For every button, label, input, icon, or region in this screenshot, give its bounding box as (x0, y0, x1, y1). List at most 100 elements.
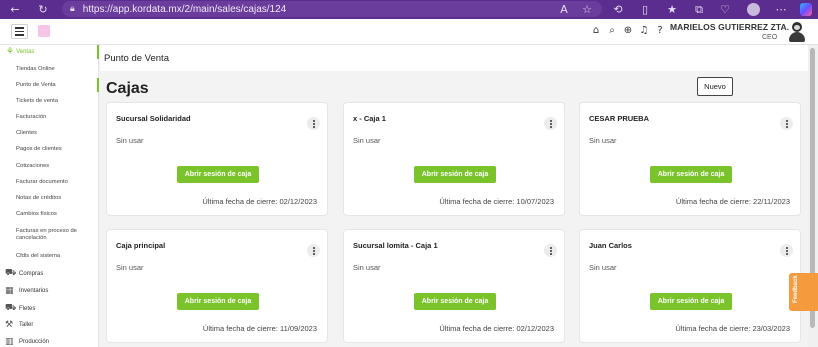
sidebar-item-label: Producción (19, 339, 50, 345)
avatar[interactable] (788, 22, 806, 42)
company-logo (38, 25, 50, 37)
sidebar: ⚘ Ventas Tiendas Online Punto de Venta T… (0, 45, 99, 347)
read-aloud-icon[interactable]: A (558, 3, 570, 16)
more-options-icon[interactable] (780, 244, 793, 257)
last-close-date: Última fecha de cierre: 02/12/2023 (439, 324, 554, 333)
user-name: MARIELOS GUTIERREZ ZTA. (670, 22, 790, 32)
last-close-date: Última fecha de cierre: 23/03/2023 (675, 324, 790, 333)
sidebar-item-clientes[interactable]: Clientes (16, 130, 37, 137)
caja-card: Caja principal Sin usar Abrir sesión de ca… (106, 229, 328, 343)
url-text: https://app.kordata.mx/2/main/sales/caja… (82, 3, 287, 15)
ventas-icon: ⚘ (6, 46, 15, 57)
open-session-button[interactable]: Abrir sesión de caja (414, 166, 496, 183)
sidebar-item-pagos-de-clientes[interactable]: Pagos de clientes (16, 146, 62, 153)
card-title: Sucursal Solidaridad (116, 114, 191, 123)
sidebar-item-produccion[interactable]: ▥ Producción (5, 337, 49, 347)
warehouse-icon: ▦ (5, 286, 14, 296)
tools-icon: ⚒ (5, 320, 14, 330)
refresh-icon[interactable]: ↻ (37, 3, 49, 16)
bell-icon[interactable]: ♫ (638, 24, 650, 38)
card-title: CESAR PRUEBA (589, 114, 650, 123)
address-bar[interactable]: 🔒︎ https://app.kordata.mx/2/main/sales/c… (62, 1, 602, 17)
last-close-date: Última fecha de cierre: 02/12/2023 (202, 197, 317, 206)
last-close-date: Última fecha de cierre: 22/11/2023 (675, 197, 790, 206)
card-status: Sin usar (589, 136, 617, 145)
caja-card: x - Caja 1 Sin usar Abrir sesión de caja Úl… (343, 102, 565, 216)
open-session-button[interactable]: Abrir sesión de caja (177, 166, 259, 183)
sidebar-item-cambios-fisicos[interactable]: Cambios físicos (16, 211, 57, 218)
collections-icon[interactable]: ⧉ (693, 3, 705, 17)
user-role: CEO (762, 34, 778, 41)
caja-card: Sucursal Solidaridad Sin usar Abrir sesión… (106, 102, 328, 216)
card-title: Caja principal (116, 241, 166, 250)
feedback-label: Feedback (793, 275, 799, 303)
card-status: Sin usar (353, 136, 381, 145)
new-button[interactable]: Nuevo (697, 77, 733, 96)
menu-toggle-button[interactable] (11, 24, 28, 39)
sidebar-item-taller[interactable]: ⚒ Taller (5, 320, 33, 330)
search-icon[interactable]: ⌕ (606, 24, 618, 38)
sidebar-item-tiendas-online[interactable]: Tiendas Online (16, 66, 55, 73)
cart-icon: ⛟ (5, 268, 17, 278)
open-session-button[interactable]: Abrir sesión de caja (650, 166, 732, 183)
page-title: Cajas (106, 80, 149, 97)
open-session-button[interactable]: Abrir sesión de caja (650, 293, 732, 310)
extension-icon[interactable]: ⟲ (612, 3, 624, 16)
lock-icon: 🔒︎ (70, 4, 75, 14)
sidebar-item-cfdis-del-sistema[interactable]: Cfdis del sistema (16, 253, 60, 260)
open-session-button[interactable]: Abrir sesión de caja (414, 293, 496, 310)
caja-card: Juan Carlos Sin usar Abrir sesión de caja Ú… (579, 229, 801, 343)
profile-icon[interactable] (747, 3, 760, 16)
browser-toolbar: ← ↻ 🔒︎ https://app.kordata.mx/2/main/sal… (0, 0, 818, 19)
main-content: Punto de Venta Cajas Nuevo Sucursal Soli… (100, 45, 808, 347)
breadcrumb: Punto de Venta (100, 45, 808, 71)
more-options-icon[interactable] (307, 244, 320, 257)
sidebar-item-label: Compras (19, 270, 44, 277)
copilot-icon[interactable] (800, 3, 812, 16)
sidebar-item-notas-de-creditos[interactable]: Notas de créditos (16, 195, 61, 202)
last-close-date: Última fecha de cierre: 10/07/2023 (439, 197, 554, 206)
sidebar-item-facturacion[interactable]: Facturación (16, 114, 46, 121)
more-options-icon[interactable] (780, 117, 793, 130)
more-options-icon[interactable] (544, 244, 557, 257)
caja-card: CESAR PRUEBA Sin usar Abrir sesión de caja… (579, 102, 801, 216)
sidebar-item-fletes[interactable]: ⛟ Fletes (5, 303, 35, 314)
sidebar-active-indicator (97, 78, 99, 92)
more-options-icon[interactable] (307, 117, 320, 130)
last-close-date: Última fecha de cierre: 11/09/2023 (202, 324, 317, 333)
back-icon[interactable]: ← (9, 3, 21, 16)
sidebar-item-compras[interactable]: ⛟ Compras (5, 268, 43, 279)
sidebar-item-label: Ventas (16, 48, 35, 55)
split-screen-icon[interactable]: ▯ (639, 3, 651, 16)
app-header: ⌂ ⌕ ⊕ ♫ ? MARIELOS GUTIERREZ ZTA. CEO (0, 19, 818, 45)
factory-icon: ▥ (5, 337, 14, 347)
open-session-button[interactable]: Abrir sesión de caja (177, 293, 259, 310)
sidebar-item-facturar-documento[interactable]: Facturar documento (16, 179, 68, 186)
truck-icon: ⛟ (5, 303, 17, 313)
store-icon[interactable]: ⌂ (590, 24, 602, 38)
sidebar-item-facturas-en-proceso[interactable]: Facturas en proceso de cancelación (16, 228, 86, 242)
help-icon[interactable]: ? (654, 24, 666, 38)
card-title: x - Caja 1 (353, 114, 386, 123)
sidebar-item-punto-de-venta[interactable]: Punto de Venta (16, 82, 56, 89)
sidebar-item-label: Inventarios (19, 288, 49, 294)
card-status: Sin usar (589, 263, 617, 272)
favorite-icon[interactable]: ☆ (581, 3, 593, 16)
card-status: Sin usar (353, 263, 381, 272)
more-options-icon[interactable] (544, 117, 557, 130)
sidebar-item-inventarios[interactable]: ▦ Inventarios (5, 286, 48, 296)
more-icon[interactable]: ⋯ (775, 3, 787, 16)
card-title: Sucursal lomita - Caja 1 (353, 241, 438, 250)
sidebar-item-ventas[interactable]: ⚘ Ventas (0, 45, 99, 58)
sidebar-item-label: Taller (19, 322, 34, 328)
card-status: Sin usar (116, 263, 144, 272)
card-title: Juan Carlos (589, 241, 632, 250)
browser-essentials-icon[interactable]: ♡ (719, 3, 731, 16)
add-icon[interactable]: ⊕ (622, 24, 634, 38)
sidebar-item-cotizaciones[interactable]: Cotizaciones (16, 163, 49, 170)
feedback-button[interactable]: Feedback (789, 273, 818, 311)
sidebar-item-tickets-de-venta[interactable]: Tickets de venta (16, 98, 58, 105)
favorites-icon[interactable]: ★ (666, 3, 678, 16)
section-title: Punto de Venta (104, 53, 169, 64)
card-status: Sin usar (116, 136, 144, 145)
